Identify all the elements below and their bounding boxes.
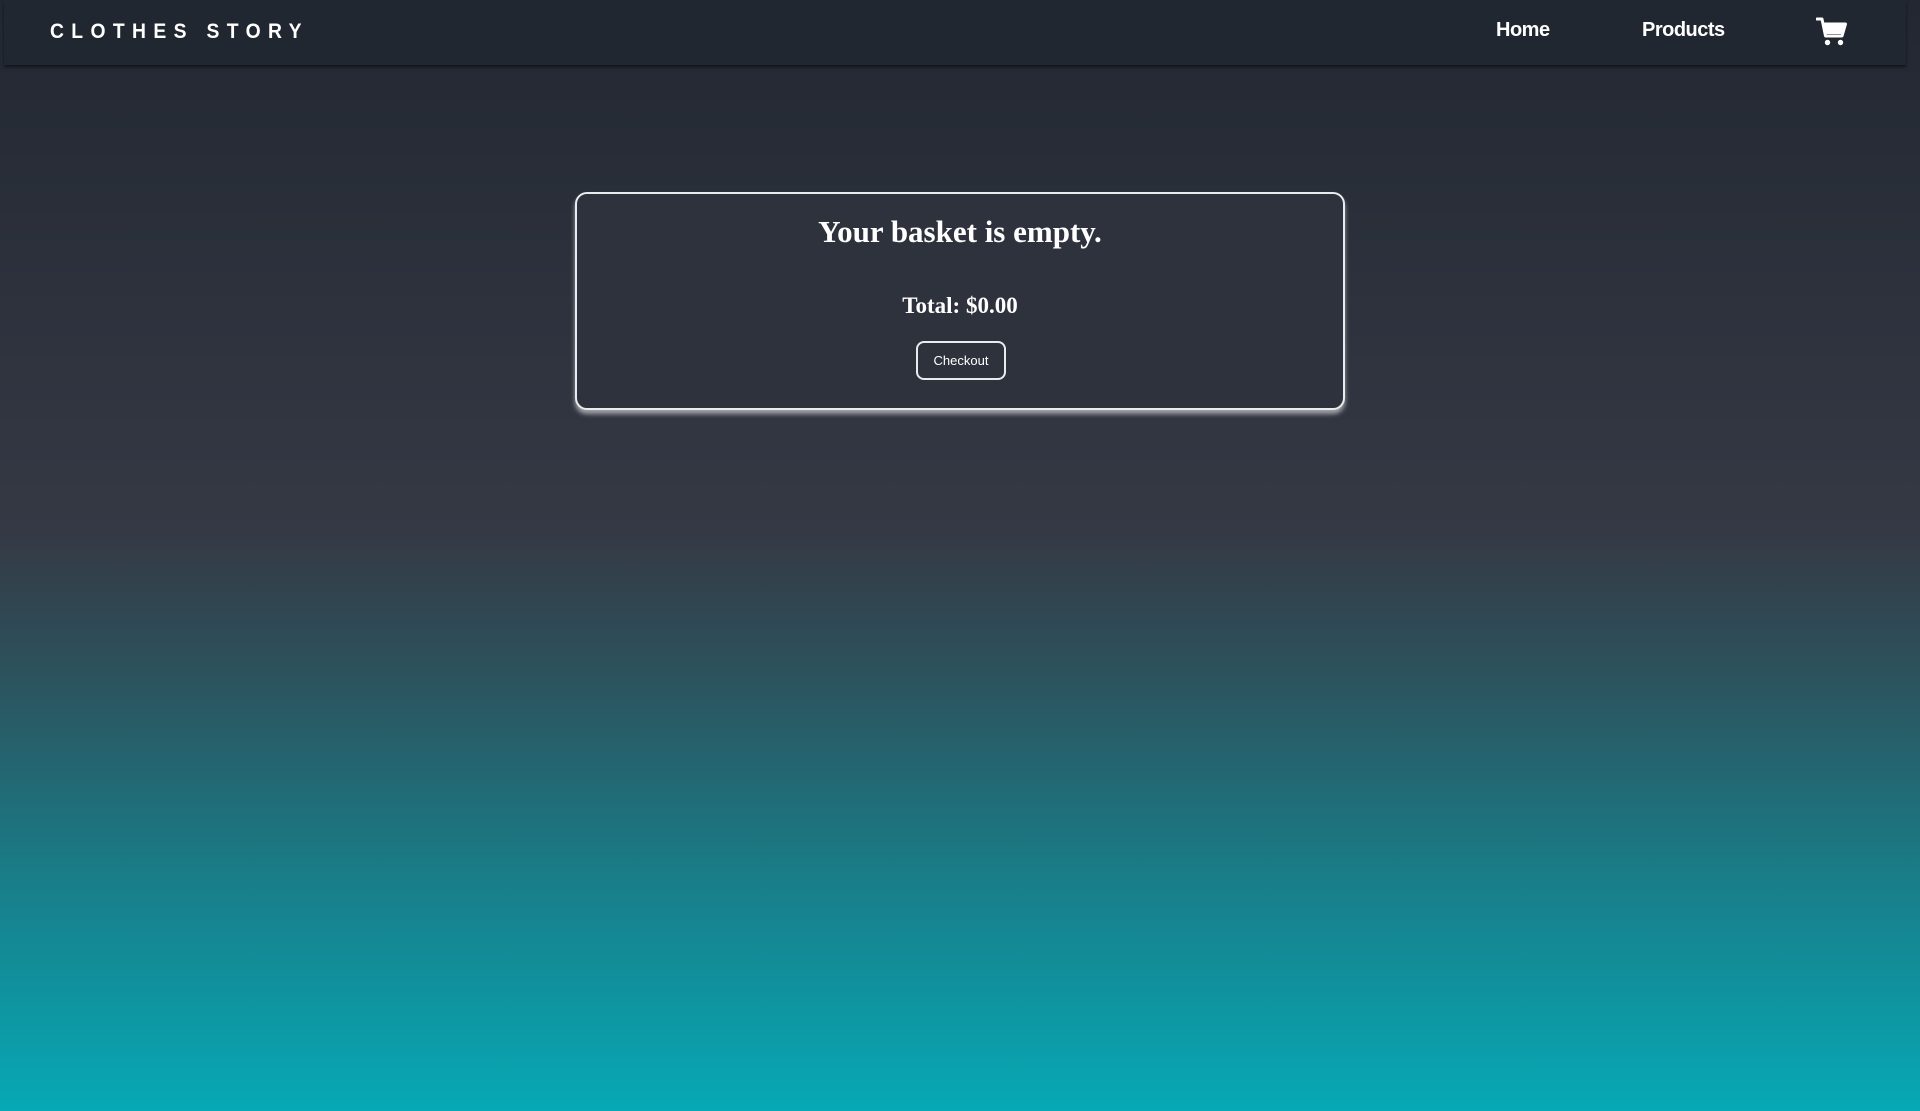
basket-empty-message: Your basket is empty.	[818, 214, 1102, 249]
nav-link-home[interactable]: Home	[1496, 19, 1550, 42]
checkout-button[interactable]: Checkout	[916, 341, 1006, 380]
shopping-cart-icon[interactable]	[1815, 17, 1848, 47]
nav-link-products[interactable]: Products	[1642, 19, 1725, 42]
basket-card: Your basket is empty. Total: $0.00 Check…	[575, 192, 1345, 410]
basket-total: Total: $0.00	[902, 293, 1018, 318]
site-logo[interactable]: CLOTHES STORY	[50, 20, 309, 44]
top-navbar: CLOTHES STORY Home Products	[4, 0, 1906, 65]
